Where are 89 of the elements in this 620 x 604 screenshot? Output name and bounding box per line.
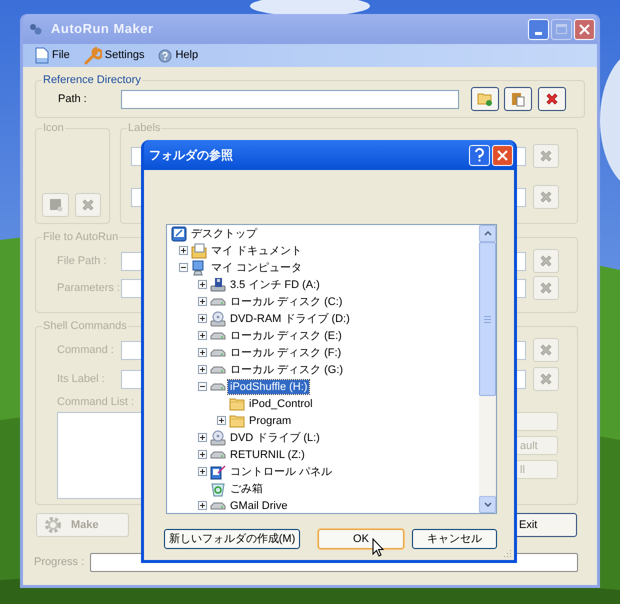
tree-item[interactable]: ローカル ディスク (C:) <box>228 294 344 308</box>
tree-item[interactable]: RETURNIL (Z:) <box>228 448 307 462</box>
tree-item[interactable]: 3.5 インチ FD (A:) <box>228 278 322 292</box>
expand-icon[interactable] <box>198 314 207 323</box>
expand-icon[interactable] <box>198 501 207 510</box>
clear-button[interactable] <box>538 87 566 111</box>
tree-item[interactable]: デスクトップ <box>189 226 259 240</box>
tree-item[interactable]: マイ ドキュメント <box>209 244 304 258</box>
delete-icon <box>539 372 553 386</box>
field-label: Parameters : <box>57 280 121 296</box>
menu-item[interactable]: File <box>35 47 70 64</box>
expand-icon[interactable] <box>198 365 207 374</box>
folder-icon <box>229 396 245 412</box>
image-icon <box>48 198 62 212</box>
tree-item[interactable]: ローカル ディスク (E:) <box>228 328 344 342</box>
expand-icon[interactable] <box>198 280 207 289</box>
dialog-button[interactable]: キャンセル <box>412 529 497 549</box>
scroll-thumb[interactable] <box>479 242 496 396</box>
control-panel-icon <box>210 464 226 480</box>
tree-item[interactable]: コントロール パネル <box>228 464 334 478</box>
scroll-up-button[interactable] <box>479 225 496 242</box>
help-icon <box>158 48 172 62</box>
recycle-bin-icon <box>210 480 226 496</box>
delete-icon <box>539 190 553 204</box>
collapse-icon[interactable] <box>198 382 207 391</box>
collapse-icon[interactable] <box>179 263 188 272</box>
dialog-button[interactable]: OK <box>318 529 404 549</box>
paste-button[interactable] <box>504 87 532 111</box>
delete-icon <box>539 281 553 295</box>
expand-icon[interactable] <box>198 467 207 476</box>
clipboard-icon <box>510 91 526 107</box>
folder-icon <box>229 412 245 428</box>
expand-icon[interactable] <box>198 433 207 442</box>
tree-item[interactable]: マイ コンピュータ <box>209 260 304 274</box>
close-button[interactable] <box>492 144 513 166</box>
close-icon <box>579 24 590 34</box>
dialog-title: フォルダの参照 <box>149 147 233 164</box>
tree-item[interactable]: ごみ箱 <box>228 482 265 496</box>
browse-button[interactable] <box>471 87 499 111</box>
tree-item[interactable]: GMail Drive <box>228 498 290 512</box>
delete-icon <box>539 254 553 268</box>
minimize-icon <box>535 32 542 34</box>
field-label: Its Label : <box>57 372 106 387</box>
expand-icon[interactable] <box>179 246 188 255</box>
minimize-button[interactable] <box>528 18 549 40</box>
maximize-icon <box>556 24 567 34</box>
wrench-icon <box>84 46 102 64</box>
expand-icon[interactable] <box>198 450 207 459</box>
delete-icon <box>545 92 559 106</box>
help-button[interactable] <box>469 144 490 166</box>
delete-icon <box>539 149 553 163</box>
progress-label: Progress : <box>34 555 86 570</box>
tree-item[interactable]: iPod_Control <box>247 396 315 410</box>
tree-item[interactable]: ローカル ディスク (G:) <box>228 362 346 376</box>
folder-icon <box>477 91 493 107</box>
disc-drive-icon <box>210 310 226 326</box>
expand-icon[interactable] <box>217 416 226 425</box>
expand-icon[interactable] <box>198 348 207 357</box>
app-icon <box>29 22 43 36</box>
menu-item[interactable]: Settings <box>84 46 144 64</box>
close-button[interactable] <box>574 18 595 40</box>
disc-drive-icon <box>210 430 226 446</box>
dialog-button[interactable]: 新しいフォルダの作成(M) <box>164 529 300 549</box>
gear-icon <box>43 515 63 535</box>
expand-icon[interactable] <box>198 297 207 306</box>
floppy-drive-icon <box>210 276 226 292</box>
group-legend: Reference Directory <box>42 73 142 87</box>
close-icon <box>497 150 508 160</box>
tree-item[interactable]: Program <box>247 414 294 428</box>
folder-icon <box>191 242 207 258</box>
field-label: Command List : <box>57 395 134 409</box>
path-label: Path : <box>58 92 88 107</box>
menu-item[interactable]: Help <box>158 47 198 64</box>
scroll-down-button[interactable] <box>479 496 496 513</box>
field-label: Command : <box>57 342 115 358</box>
expand-icon[interactable] <box>198 331 207 340</box>
document-icon <box>35 47 49 64</box>
help-icon <box>475 148 484 162</box>
resize-grip-icon <box>502 548 512 558</box>
field-label: File Path : <box>57 254 108 269</box>
tree-item[interactable]: DVD-RAM ドライブ (D:) <box>228 312 352 326</box>
tree-item[interactable]: iPodShuffle (H:) <box>228 380 310 394</box>
input-field[interactable] <box>121 90 459 108</box>
tree-item[interactable]: ローカル ディスク (F:) <box>228 346 344 360</box>
delete-icon <box>539 343 553 357</box>
tree-item[interactable]: DVD ドライブ (L:) <box>228 430 322 444</box>
window-title: AutoRun Maker <box>51 20 154 38</box>
delete-icon <box>81 198 95 212</box>
cursor-icon <box>372 538 384 557</box>
